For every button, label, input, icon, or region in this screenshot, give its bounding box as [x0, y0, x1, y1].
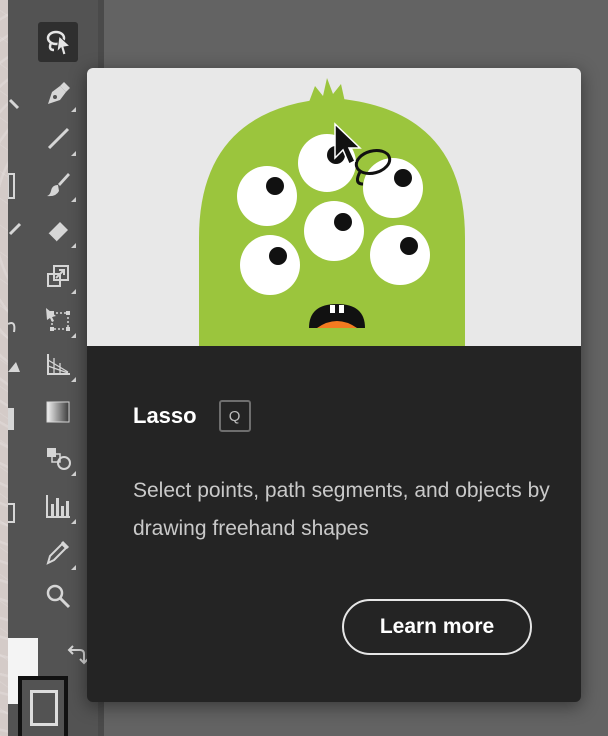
tool-description: Select points, path segments, and object…: [133, 479, 550, 540]
left-column-tool[interactable]: [8, 168, 26, 204]
scale-icon: [47, 265, 69, 287]
eyedropper-tool-button[interactable]: [38, 532, 78, 572]
paintbrush-tool-button[interactable]: [38, 164, 78, 204]
graph-tool-button[interactable]: [38, 486, 78, 526]
free-transform-icon: [46, 308, 70, 331]
zoom-tool-button[interactable]: [38, 576, 78, 616]
scale-tool-button[interactable]: [38, 256, 78, 296]
pen-tool-button[interactable]: [38, 74, 78, 114]
pen-icon: [48, 82, 70, 104]
stroke-color-swatch[interactable]: [18, 676, 68, 736]
blend-tool-button[interactable]: [38, 438, 78, 478]
left-column-tool[interactable]: [8, 212, 26, 248]
left-column-tool[interactable]: [8, 400, 26, 436]
perspective-grid-icon: [47, 354, 70, 375]
free-transform-tool-button[interactable]: [38, 300, 78, 340]
zoom-icon: [46, 584, 71, 609]
left-column-tool[interactable]: [8, 306, 26, 342]
lasso-icon: [46, 30, 72, 56]
eraser-icon: [47, 222, 68, 243]
gradient-icon: [46, 401, 70, 423]
line-icon: [47, 127, 70, 150]
tool-name: Lasso: [133, 403, 197, 428]
left-column-tool[interactable]: [8, 350, 26, 386]
monster-illustration: [199, 78, 465, 346]
column-graph-icon: [46, 495, 70, 518]
learn-more-button[interactable]: Learn more: [342, 599, 532, 655]
paintbrush-icon: [47, 173, 70, 197]
lasso-tool-button[interactable]: [38, 22, 78, 62]
shortcut-key-badge: Q: [218, 400, 251, 432]
eraser-tool-button[interactable]: [38, 210, 78, 250]
swap-colors-icon[interactable]: [66, 644, 88, 666]
left-column-tool[interactable]: [8, 80, 26, 116]
tools-panel: [8, 0, 98, 736]
tooltip-header: Lasso Q: [133, 400, 251, 432]
blend-icon: [47, 448, 71, 470]
eyedropper-icon: [46, 540, 70, 565]
line-tool-button[interactable]: [38, 118, 78, 158]
tool-tip-card: Lasso Q Select points, path segments, an…: [87, 68, 581, 702]
lasso-illustration: [87, 68, 581, 346]
perspective-grid-tool-button[interactable]: [38, 344, 78, 384]
left-column-tool[interactable]: [8, 494, 26, 530]
gradient-tool-button[interactable]: [38, 392, 78, 432]
